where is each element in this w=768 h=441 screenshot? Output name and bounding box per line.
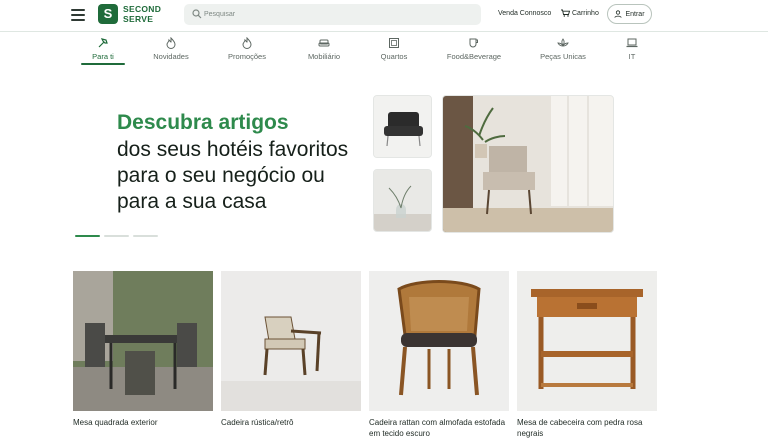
category-label: Quartos — [380, 52, 408, 61]
cart-label: Carrinho — [572, 9, 599, 17]
login-label: Entrar — [625, 10, 645, 18]
product-name[interactable]: Cadeira rústica/retrô — [221, 417, 361, 428]
hammer-icon — [98, 38, 108, 48]
flame-icon — [166, 37, 176, 49]
menu-icon[interactable] — [71, 9, 85, 21]
category-quartos[interactable]: Quartos — [375, 35, 413, 65]
category-food-beverage[interactable]: Food&Beverage — [443, 35, 505, 65]
brand-logo[interactable]: SECOND SERVE — [123, 4, 161, 24]
carousel-indicator — [75, 235, 158, 237]
product-image[interactable] — [369, 271, 509, 411]
category-label: IT — [628, 52, 636, 61]
category-nav: Para ti Novidades Promoções Mobiliário Q… — [75, 35, 675, 65]
active-tab-indicator — [81, 63, 125, 65]
user-icon — [614, 10, 623, 18]
laptop-icon — [626, 38, 638, 48]
product-card[interactable]: Mesa quadrada exterior — [73, 271, 213, 428]
category-pecas-unicas[interactable]: Peças Unicas — [537, 35, 589, 65]
product-card[interactable]: Cadeira rústica/retrô — [221, 271, 361, 428]
category-novidades[interactable]: Novidades — [146, 35, 196, 65]
sell-with-us-link[interactable]: Venda Connosco — [498, 10, 551, 17]
category-para-ti[interactable]: Para ti — [81, 35, 125, 65]
search-input[interactable] — [204, 7, 464, 22]
category-label: Novidades — [153, 52, 189, 61]
category-mobiliario[interactable]: Mobiliário — [301, 35, 347, 65]
carousel-dot-active[interactable] — [75, 235, 100, 237]
product-image[interactable] — [221, 271, 361, 411]
category-label: Food&Beverage — [446, 52, 502, 61]
category-it[interactable]: IT — [621, 35, 643, 65]
cart-icon — [561, 9, 570, 17]
product-card[interactable]: Mesa de cabeceira com pedra rosa negrais — [517, 271, 657, 439]
category-label: Peças Unicas — [540, 52, 586, 61]
product-image[interactable] — [73, 271, 213, 411]
brand-line2: SERVE — [123, 13, 154, 24]
category-label: Promoções — [228, 52, 266, 61]
top-header: S SECOND SERVE Venda Connosco Carrinho E… — [0, 0, 768, 32]
product-card[interactable]: Cadeira rattan com almofada estofada em … — [369, 271, 509, 439]
flame-icon — [242, 37, 252, 49]
carousel-dot[interactable] — [133, 235, 158, 237]
search-bar — [184, 4, 481, 25]
product-name[interactable]: Mesa de cabeceira com pedra rosa negrais — [517, 417, 657, 439]
login-button[interactable]: Entrar — [607, 4, 652, 24]
category-label: Para ti — [92, 52, 114, 61]
cart-button[interactable]: Carrinho — [561, 9, 599, 17]
search-icon — [192, 9, 202, 19]
category-promocoes[interactable]: Promoções — [223, 35, 271, 65]
product-name[interactable]: Cadeira rattan com almofada estofada em … — [369, 417, 509, 439]
hero-image-living-room — [442, 95, 614, 233]
hero-title-accent: Descubra artigos — [117, 111, 289, 134]
logo-icon[interactable]: S — [98, 4, 118, 24]
cup-icon — [469, 38, 478, 48]
product-name[interactable]: Mesa quadrada exterior — [73, 417, 213, 428]
safe-icon — [389, 38, 399, 48]
hero-image-armchair — [373, 95, 432, 158]
sofa-icon — [318, 39, 330, 47]
hero-image-vase — [373, 169, 432, 232]
carousel-dot[interactable] — [104, 235, 129, 237]
product-image[interactable] — [517, 271, 657, 411]
lotus-icon — [557, 38, 569, 47]
hero-title: dos seus hotéis favoritos para o seu neg… — [117, 138, 349, 213]
category-label: Mobiliário — [307, 52, 341, 61]
